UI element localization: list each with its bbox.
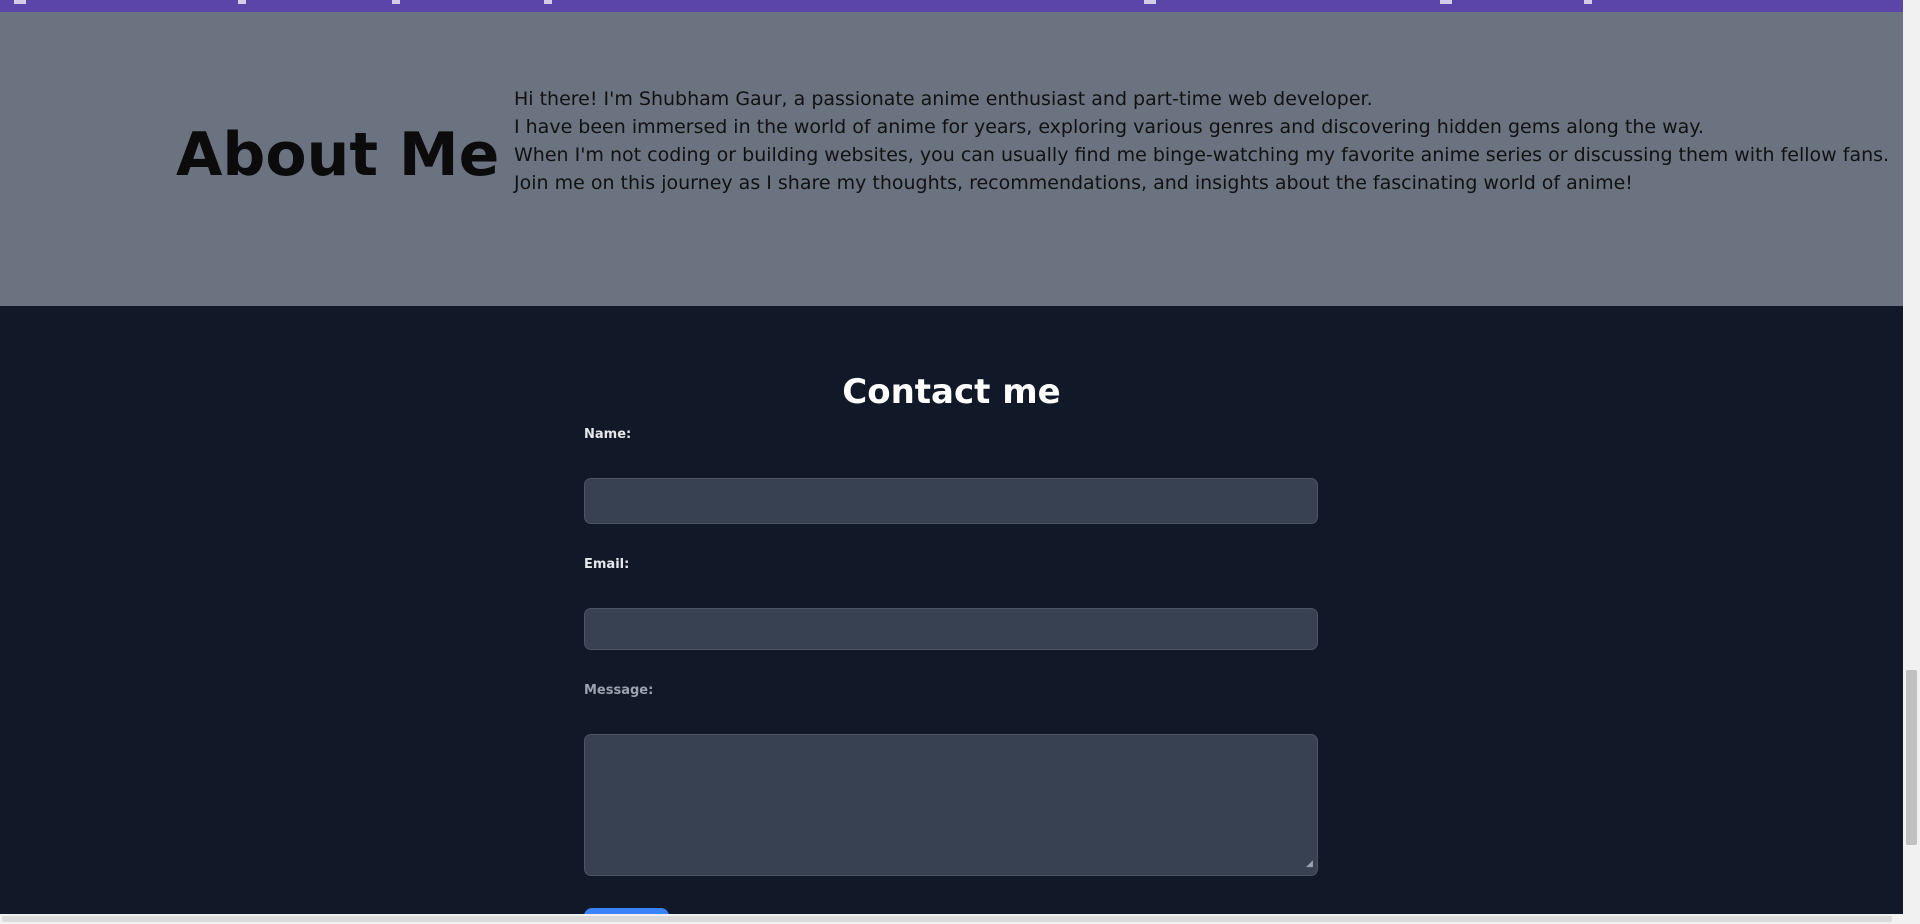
- navigation-bar: [0, 0, 1903, 12]
- vertical-scrollbar-thumb[interactable]: [1906, 670, 1917, 845]
- nav-item-fragment[interactable]: [392, 0, 400, 4]
- horizontal-scrollbar[interactable]: [0, 914, 1903, 924]
- about-line: Join me on this journey as I share my th…: [514, 172, 1633, 194]
- page-content: About Me Hi there! I'm Shubham Gaur, a p…: [0, 0, 1903, 924]
- nav-item-fragment[interactable]: [544, 0, 552, 4]
- horizontal-scrollbar-thumb[interactable]: [2, 916, 1892, 922]
- nav-item-fragment[interactable]: [14, 0, 26, 4]
- contact-title: Contact me: [842, 372, 1061, 412]
- message-label: Message:: [584, 683, 654, 698]
- vertical-scrollbar[interactable]: [1903, 0, 1920, 924]
- message-textarea[interactable]: [584, 734, 1318, 876]
- name-input[interactable]: [584, 478, 1318, 524]
- about-line: Hi there! I'm Shubham Gaur, a passionate…: [514, 88, 1373, 110]
- contact-section: Contact me Name: Email: Message: ◢: [0, 306, 1903, 924]
- nav-item-fragment[interactable]: [238, 0, 246, 4]
- email-input[interactable]: [584, 608, 1318, 650]
- browser-viewport: About Me Hi there! I'm Shubham Gaur, a p…: [0, 0, 1920, 924]
- resize-handle-icon[interactable]: ◢: [1306, 860, 1315, 869]
- nav-item-fragment[interactable]: [1584, 0, 1592, 4]
- email-label: Email:: [584, 557, 630, 572]
- about-section: About Me Hi there! I'm Shubham Gaur, a p…: [0, 12, 1903, 306]
- about-line: When I'm not coding or building websites…: [514, 144, 1890, 166]
- about-title: About Me: [176, 120, 500, 190]
- nav-item-fragment[interactable]: [1144, 0, 1156, 4]
- name-label: Name:: [584, 427, 632, 442]
- about-description: Hi there! I'm Shubham Gaur, a passionate…: [514, 85, 1899, 197]
- nav-item-fragment[interactable]: [1440, 0, 1452, 4]
- about-line: I have been immersed in the world of ani…: [514, 116, 1704, 138]
